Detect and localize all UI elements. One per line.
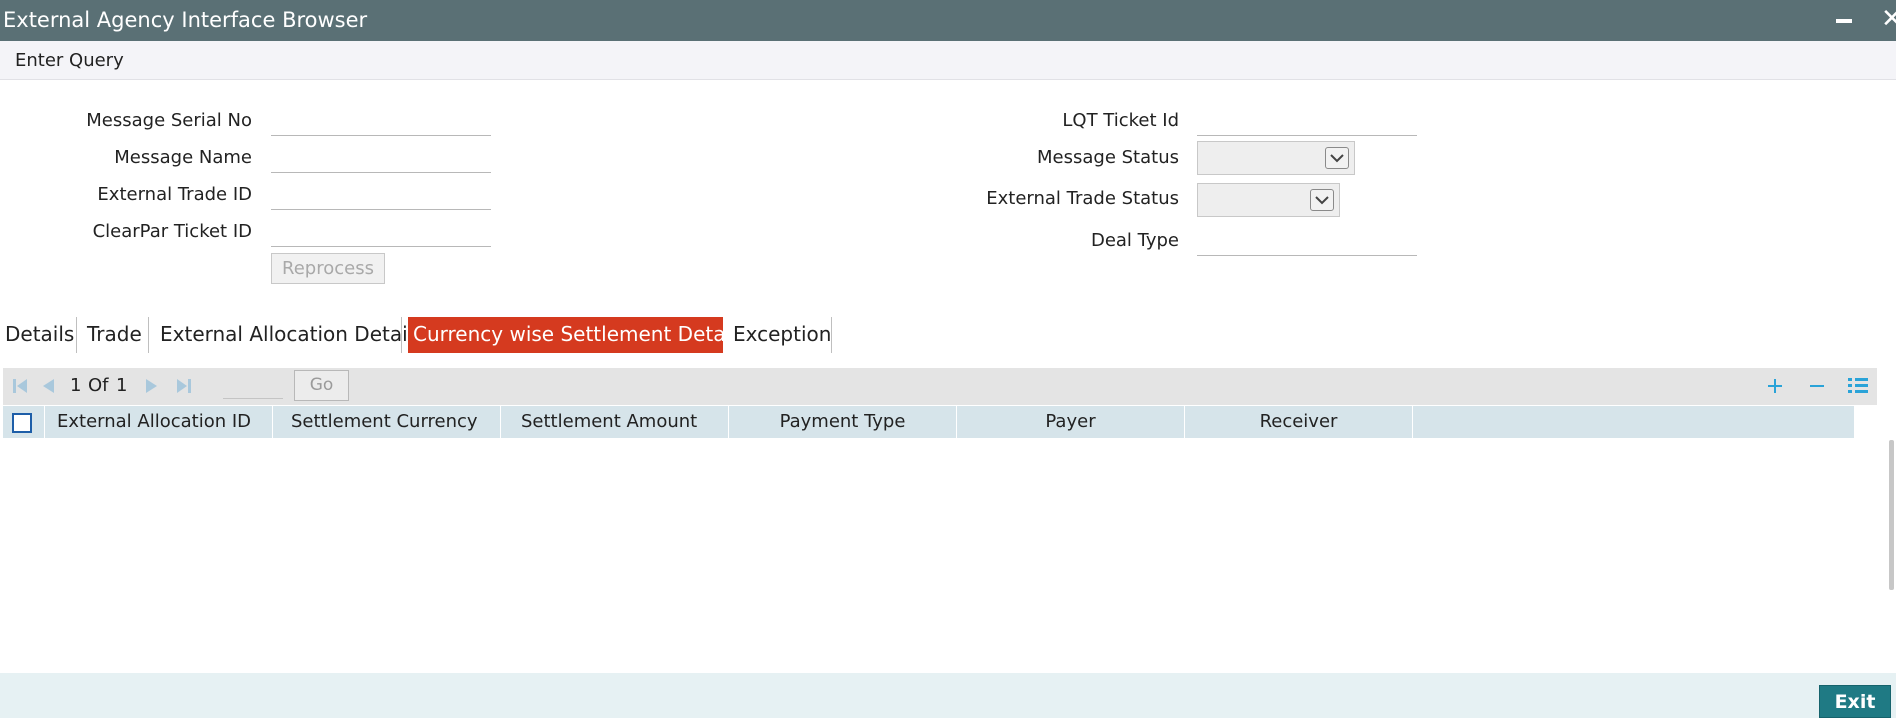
current-page: 1: [70, 375, 82, 396]
add-row-icon[interactable]: [1765, 376, 1785, 400]
delete-row-icon[interactable]: [1807, 376, 1827, 400]
column-header[interactable]: Settlement Amount: [501, 406, 729, 438]
lqt-ticket-id-field[interactable]: [1197, 111, 1417, 136]
message-name-label: Message Name: [114, 147, 252, 168]
footer-bar: [0, 673, 1896, 718]
tab-external-allocation-details[interactable]: External Allocation Details: [155, 317, 424, 353]
next-page-icon[interactable]: [144, 377, 160, 399]
deal-type-label: Deal Type: [1090, 230, 1179, 251]
reprocess-button[interactable]: Reprocess: [271, 253, 385, 284]
lqt-ticket-id-label: LQT Ticket Id: [1062, 110, 1179, 131]
select-all-cell: [3, 406, 45, 438]
tab-details[interactable]: Details: [0, 317, 77, 353]
column-header-filler: [1413, 406, 1854, 438]
clearpar-ticket-id-label: ClearPar Ticket ID: [92, 221, 252, 242]
go-button[interactable]: Go: [294, 370, 349, 401]
column-header[interactable]: Payment Type: [729, 406, 957, 438]
external-trade-id-label: External Trade ID: [97, 184, 252, 205]
column-header[interactable]: External Allocation ID: [45, 406, 273, 438]
enter-query-menu[interactable]: Enter Query: [15, 50, 124, 71]
external-trade-id-field[interactable]: [271, 185, 491, 210]
last-page-icon[interactable]: [175, 377, 193, 399]
message-status-label: Message Status: [1037, 147, 1179, 168]
external-trade-status-label: External Trade Status: [986, 188, 1179, 209]
page-number-input[interactable]: [223, 374, 283, 399]
total-pages: 1: [116, 375, 128, 396]
message-serial-no-label: Message Serial No: [86, 110, 252, 131]
first-page-icon[interactable]: [11, 377, 29, 399]
previous-page-icon[interactable]: [40, 377, 56, 399]
menu-bar: Enter Query: [0, 41, 1896, 80]
chevron-down-icon: [1325, 147, 1349, 169]
minimize-icon[interactable]: [1836, 19, 1852, 23]
clearpar-ticket-id-field[interactable]: [271, 222, 491, 247]
column-header[interactable]: Receiver: [1185, 406, 1413, 438]
page-of-label: Of: [88, 375, 109, 396]
chevron-down-icon: [1310, 189, 1334, 211]
column-header[interactable]: Settlement Currency: [273, 406, 501, 438]
grid-header: External Allocation ID Settlement Curren…: [3, 406, 1854, 438]
column-header[interactable]: Payer: [957, 406, 1185, 438]
select-all-checkbox[interactable]: [12, 413, 32, 433]
close-icon[interactable]: ✕: [1881, 6, 1896, 32]
window-title: External Agency Interface Browser: [3, 8, 368, 32]
scrollbar-thumb[interactable]: [1889, 440, 1894, 590]
tab-bar: Details Trade External Allocation Detail…: [0, 317, 840, 353]
deal-type-field[interactable]: [1197, 231, 1417, 256]
tab-currency-wise-settlement-details[interactable]: Currency wise Settlement Details: [408, 317, 747, 353]
external-trade-status-select[interactable]: [1197, 183, 1340, 217]
title-bar: External Agency Interface Browser ✕: [0, 0, 1896, 41]
single-view-icon[interactable]: [1847, 376, 1869, 400]
tab-exception[interactable]: Exception: [728, 317, 832, 353]
tab-trade[interactable]: Trade: [82, 317, 149, 353]
message-serial-no-field[interactable]: [271, 111, 491, 136]
message-name-field[interactable]: [271, 148, 491, 173]
grid-toolbar: 1 Of 1 Go: [3, 368, 1877, 405]
message-status-select[interactable]: [1197, 141, 1355, 175]
exit-button[interactable]: Exit: [1819, 685, 1891, 718]
